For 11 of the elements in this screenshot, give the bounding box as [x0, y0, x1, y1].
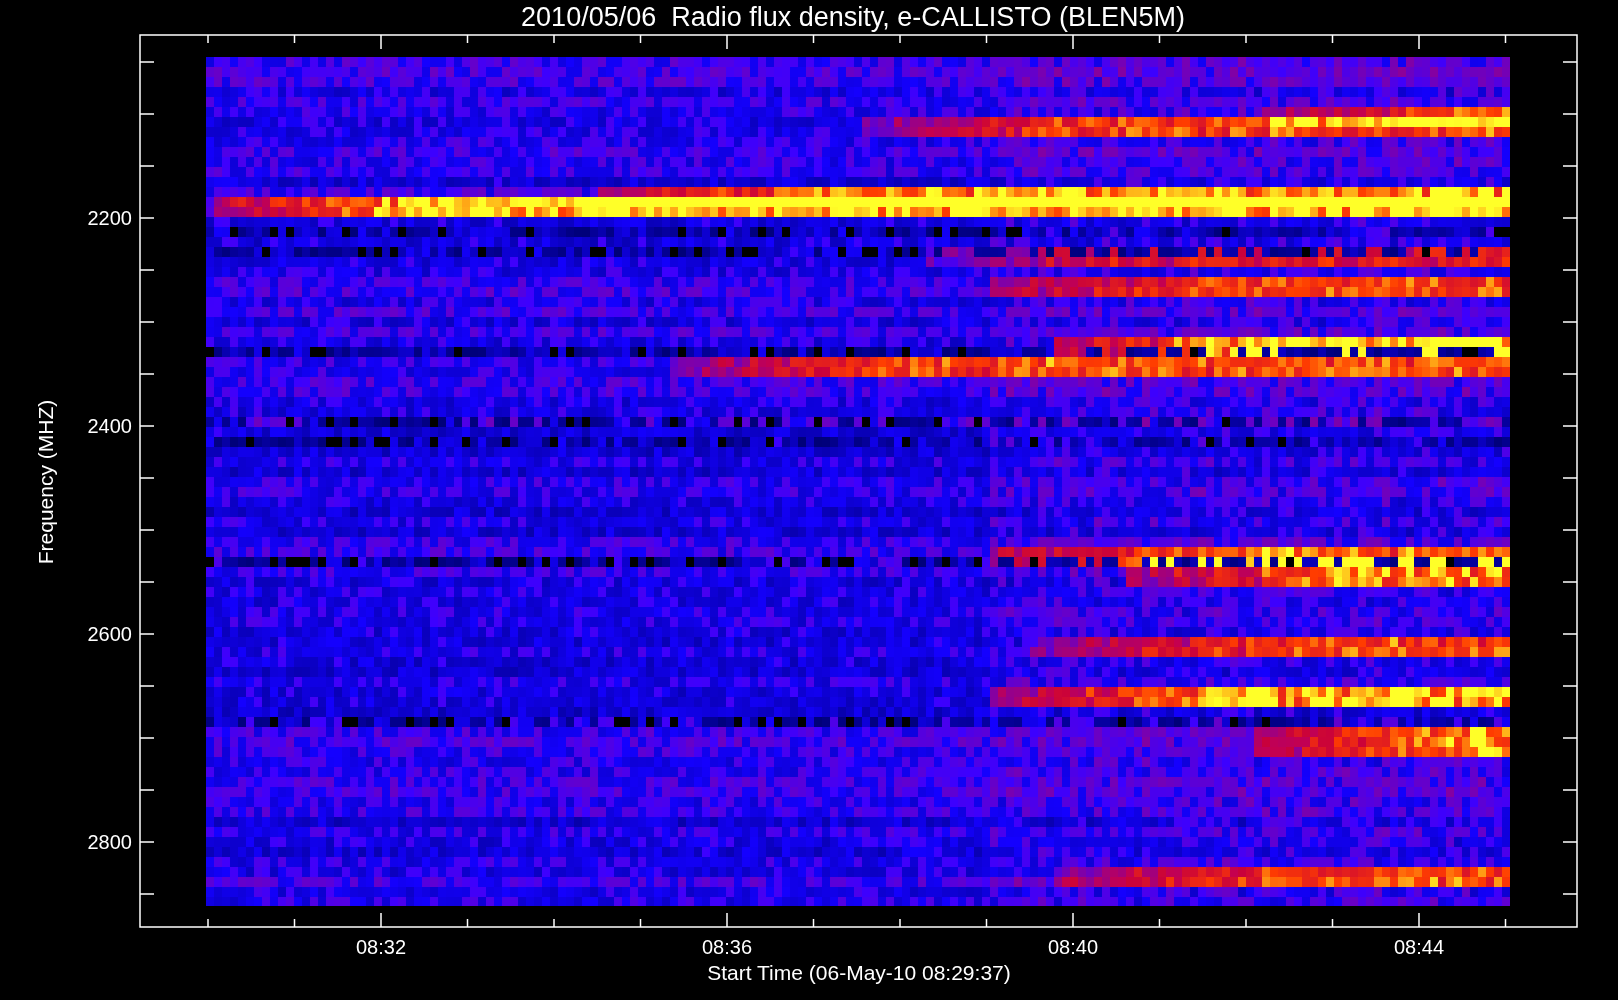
- y-tick-label: 2400: [87, 415, 132, 437]
- x-tick-label: 08:32: [355, 936, 407, 958]
- x-tick-label: 08:40: [1047, 936, 1099, 958]
- plot-title: 2010/05/06 Radio flux density, e-CALLISTO (BLEN5M): [521, 2, 1185, 32]
- x-axis-label: Start Time (06-May-10 08:29:37): [707, 961, 1011, 984]
- y-axis-label: Frequency (MHZ): [34, 399, 57, 565]
- y-tick-label: 2600: [87, 623, 132, 645]
- x-tick-label: 08:44: [1393, 936, 1445, 958]
- x-tick-label: 08:36: [701, 936, 753, 958]
- y-tick-label: 2800: [87, 831, 132, 853]
- y-tick-label: 2200: [87, 207, 132, 229]
